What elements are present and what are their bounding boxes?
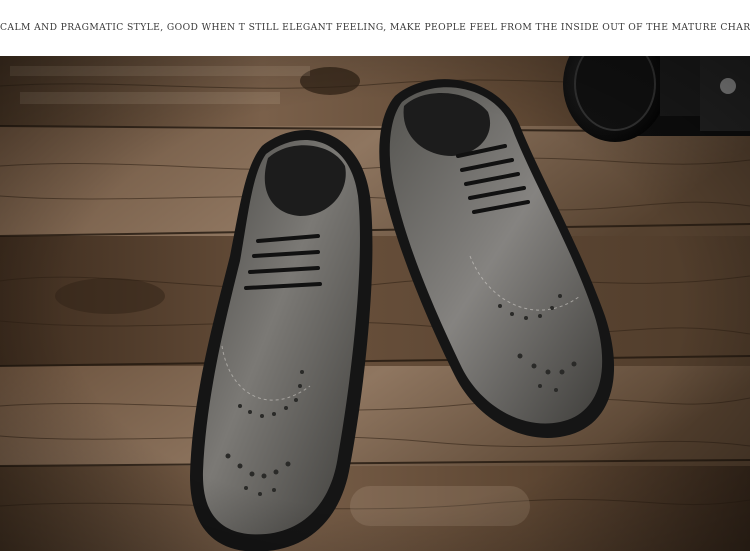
product-photo (0, 56, 750, 551)
caption-band: CALM AND PRAGMATIC STYLE, GOOD WHEN T ST… (0, 0, 750, 56)
caption-text: CALM AND PRAGMATIC STYLE, GOOD WHEN T ST… (0, 22, 750, 33)
